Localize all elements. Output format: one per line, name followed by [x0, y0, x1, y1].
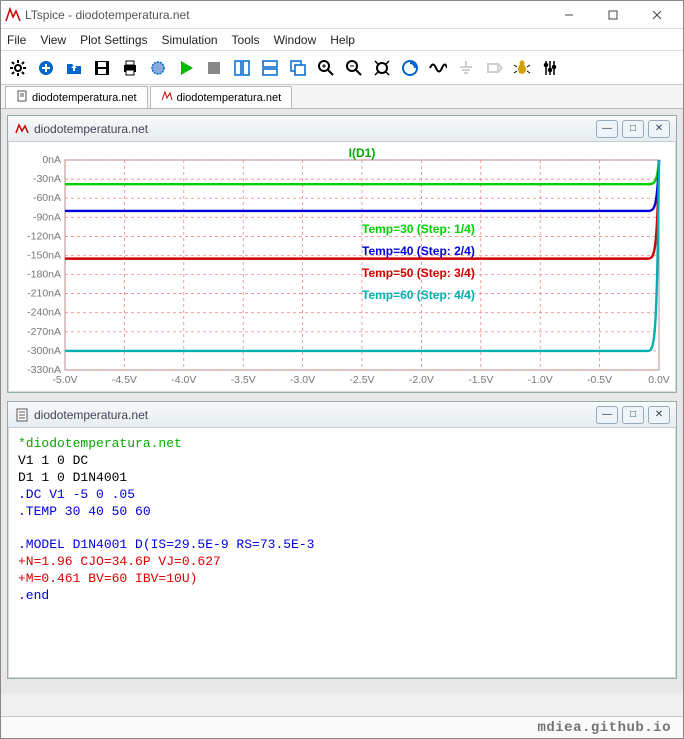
- svg-text:-1.5V: -1.5V: [468, 374, 493, 386]
- netlist-line: D1 1 0 D1N4001: [18, 470, 666, 487]
- plot-window-title: diodotemperatura.net: [34, 122, 148, 136]
- run-icon[interactable]: [175, 57, 197, 79]
- document-tabs: diodotemperatura.net diodotemperatura.net: [1, 85, 683, 109]
- svg-text:-3.0V: -3.0V: [290, 374, 315, 386]
- svg-text:-120nA: -120nA: [27, 230, 61, 242]
- svg-text:Temp=60 (Step: 4/4): Temp=60 (Step: 4/4): [362, 288, 475, 302]
- wave-icon[interactable]: [427, 57, 449, 79]
- netlist-line: .TEMP 30 40 50 60: [18, 504, 666, 521]
- svg-text:-1.0V: -1.0V: [528, 374, 553, 386]
- minimize-button[interactable]: [547, 1, 591, 29]
- svg-text:-90nA: -90nA: [33, 211, 61, 223]
- component-icon[interactable]: [147, 57, 169, 79]
- zoom-out-icon[interactable]: [343, 57, 365, 79]
- svg-text:I(D1): I(D1): [349, 146, 376, 160]
- cascade-icon[interactable]: [287, 57, 309, 79]
- stop-icon[interactable]: [203, 57, 225, 79]
- tile-v-icon[interactable]: [231, 57, 253, 79]
- save-icon[interactable]: [91, 57, 113, 79]
- svg-text:-4.0V: -4.0V: [171, 374, 196, 386]
- tab-label: diodotemperatura.net: [32, 92, 137, 104]
- toolbar: [1, 51, 683, 85]
- svg-text:0.0V: 0.0V: [648, 374, 670, 386]
- netlist-icon: [16, 90, 28, 105]
- svg-text:Temp=50 (Step: 3/4): Temp=50 (Step: 3/4): [362, 266, 475, 280]
- subwin-maximize-button[interactable]: □: [622, 406, 644, 424]
- netlist-line: V1 1 0 DC: [18, 453, 666, 470]
- subwin-maximize-button[interactable]: □: [622, 120, 644, 138]
- svg-text:-180nA: -180nA: [27, 269, 61, 281]
- svg-text:-5.0V: -5.0V: [52, 374, 77, 386]
- subwin-close-button[interactable]: ✕: [648, 406, 670, 424]
- svg-text:-300nA: -300nA: [27, 345, 61, 357]
- subwin-minimize-button[interactable]: —: [596, 120, 618, 138]
- menu-help[interactable]: Help: [330, 33, 355, 47]
- svg-text:-240nA: -240nA: [27, 307, 61, 319]
- settings-icon[interactable]: [7, 57, 29, 79]
- netlist-window-titlebar[interactable]: diodotemperatura.net — □ ✕: [8, 402, 676, 428]
- plot-area[interactable]: 0nA -30nA -60nA -90nA -120nA -150nA -180nA -210…: [8, 142, 676, 392]
- new-icon[interactable]: [35, 57, 57, 79]
- menu-bar: File View Plot Settings Simulation Tools Wind…: [1, 29, 683, 51]
- subwin-minimize-button[interactable]: —: [596, 406, 618, 424]
- tab-label: diodotemperatura.net: [177, 92, 282, 104]
- credit-watermark: mdiea.github.io: [537, 720, 671, 736]
- ground-icon[interactable]: [455, 57, 477, 79]
- window-title: LTspice - diodotemperatura.net: [25, 8, 547, 22]
- svg-text:-270nA: -270nA: [27, 326, 61, 338]
- menu-simulation[interactable]: Simulation: [162, 33, 218, 47]
- app-icon: [5, 7, 21, 23]
- window-titlebar: LTspice - diodotemperatura.net: [1, 1, 683, 29]
- netlist-line: +M=0.461 BV=60 IBV=10U): [18, 571, 666, 588]
- svg-text:Temp=30 (Step: 1/4): Temp=30 (Step: 1/4): [362, 222, 475, 236]
- close-button[interactable]: [635, 1, 679, 29]
- label-icon[interactable]: [483, 57, 505, 79]
- mdi-area: diodotemperatura.net — □ ✕ 0nA -30nA -60nA…: [1, 109, 683, 693]
- netlist-line: +N=1.96 CJO=34.6P VJ=0.627: [18, 554, 666, 571]
- menu-file[interactable]: File: [7, 33, 26, 47]
- netlist-line: [18, 520, 666, 537]
- print-icon[interactable]: [119, 57, 141, 79]
- menu-tools[interactable]: Tools: [232, 33, 260, 47]
- subwin-close-button[interactable]: ✕: [648, 120, 670, 138]
- zoom-fit-icon[interactable]: [371, 57, 393, 79]
- svg-text:0nA: 0nA: [42, 154, 61, 166]
- svg-text:-4.5V: -4.5V: [112, 374, 137, 386]
- svg-text:Temp=40 (Step: 2/4): Temp=40 (Step: 2/4): [362, 244, 475, 258]
- document-tab[interactable]: diodotemperatura.net: [5, 86, 148, 108]
- menu-window[interactable]: Window: [274, 33, 317, 47]
- netlist-text[interactable]: *diodotemperatura.netV1 1 0 DCD1 1 0 D1N…: [8, 428, 676, 678]
- wave-icon: [161, 90, 173, 105]
- plot-window-titlebar[interactable]: diodotemperatura.net — □ ✕: [8, 116, 676, 142]
- svg-text:-210nA: -210nA: [27, 288, 61, 300]
- document-tab[interactable]: diodotemperatura.net: [150, 86, 293, 108]
- maximize-button[interactable]: [591, 1, 635, 29]
- plot-window: diodotemperatura.net — □ ✕ 0nA -30nA -60nA…: [7, 115, 677, 393]
- open-icon[interactable]: [63, 57, 85, 79]
- svg-text:-2.5V: -2.5V: [349, 374, 374, 386]
- netlist-line: .end: [18, 588, 666, 605]
- netlist-line: .MODEL D1N4001 D(IS=29.5E-9 RS=73.5E-3: [18, 537, 666, 554]
- netlist-line: .DC V1 -5 0 .05: [18, 487, 666, 504]
- svg-text:-3.5V: -3.5V: [231, 374, 256, 386]
- netlist-window-title: diodotemperatura.net: [34, 408, 148, 422]
- autorange-icon[interactable]: [399, 57, 421, 79]
- netlist-icon: [14, 407, 30, 423]
- wave-icon: [14, 121, 30, 137]
- netlist-line: *diodotemperatura.net: [18, 436, 666, 453]
- plot-canvas[interactable]: 0nA -30nA -60nA -90nA -120nA -150nA -180nA -210…: [14, 146, 670, 388]
- svg-text:-150nA: -150nA: [27, 249, 61, 261]
- bug-icon[interactable]: [511, 57, 533, 79]
- menu-view[interactable]: View: [40, 33, 66, 47]
- spice-icon[interactable]: [539, 57, 561, 79]
- menu-plot-settings[interactable]: Plot Settings: [80, 33, 147, 47]
- tile-h-icon[interactable]: [259, 57, 281, 79]
- zoom-in-icon[interactable]: [315, 57, 337, 79]
- svg-text:-0.5V: -0.5V: [587, 374, 612, 386]
- svg-text:-2.0V: -2.0V: [409, 374, 434, 386]
- netlist-window: diodotemperatura.net — □ ✕ *diodotempera…: [7, 401, 677, 679]
- svg-text:-60nA: -60nA: [33, 192, 61, 204]
- svg-text:-30nA: -30nA: [33, 173, 61, 185]
